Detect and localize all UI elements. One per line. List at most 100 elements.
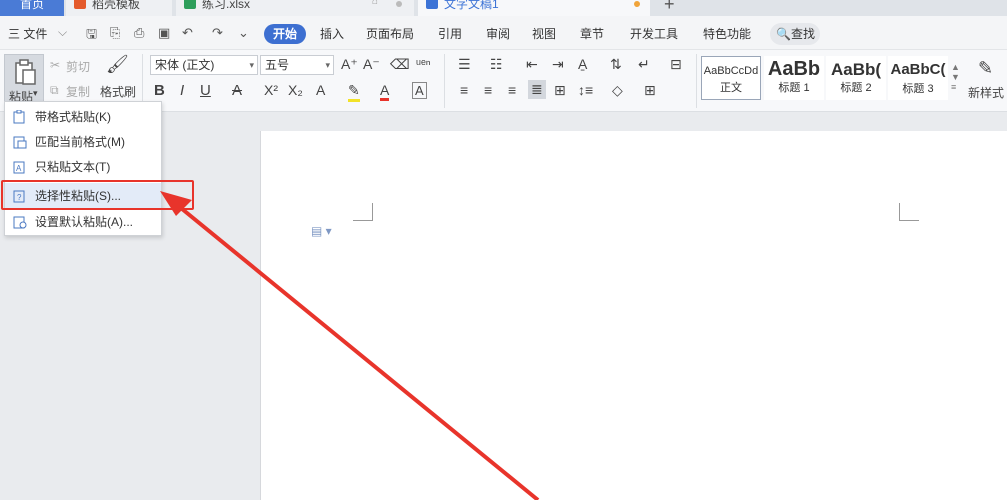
shading-icon[interactable]: ◇ xyxy=(612,82,623,99)
borders-icon[interactable]: ⊞ xyxy=(644,82,656,99)
style-heading-1[interactable]: AaBb 标题 1 xyxy=(764,56,824,100)
sort-icon[interactable]: ⇅ xyxy=(610,56,622,73)
tab-home[interactable]: 首页 xyxy=(0,0,64,16)
numbered-list-icon[interactable]: ☷ xyxy=(490,56,503,73)
copy-button[interactable]: 复制 xyxy=(66,83,90,100)
format-painter-button[interactable]: 格式刷 xyxy=(100,83,136,100)
clear-format-icon[interactable]: ⌫ xyxy=(390,56,410,73)
paste-text-only[interactable]: A 只粘贴文本(T) xyxy=(5,154,161,179)
search-button[interactable]: 🔍查找 xyxy=(770,23,820,45)
redo-icon[interactable]: ↷ xyxy=(212,25,223,41)
crop-mark xyxy=(899,203,919,221)
tab-templates[interactable]: 稻壳模板 xyxy=(66,0,172,16)
superscript-icon[interactable]: X² xyxy=(264,82,278,98)
divider xyxy=(142,54,143,108)
font-size-select[interactable]: 五号 ▾ xyxy=(260,55,334,75)
paste-icon xyxy=(15,59,36,85)
file-menu[interactable]: 三 文件 xyxy=(8,25,47,42)
style-heading-3[interactable]: AaBbC( 标题 3 xyxy=(888,56,948,100)
show-marks-icon[interactable]: ↵ xyxy=(638,56,650,73)
tab-page-layout[interactable]: 页面布局 xyxy=(366,25,414,42)
save-icon[interactable]: 🖫 xyxy=(86,25,97,47)
grow-font-icon[interactable]: A⁺ xyxy=(341,56,358,73)
style-normal[interactable]: AaBbCcDd 正文 xyxy=(701,56,761,100)
tab-features[interactable]: 特色功能 xyxy=(703,25,751,42)
phonetic-icon[interactable]: ᵘᵉⁿ xyxy=(416,56,431,71)
copy-icon[interactable]: ⧉ xyxy=(50,83,59,98)
chinese-layout-icon[interactable]: A̱ xyxy=(578,56,587,72)
chevron-down-icon[interactable]: ⌵ xyxy=(58,25,67,40)
print-preview-icon[interactable]: ▣ xyxy=(158,25,170,41)
cut-icon[interactable]: ✂ xyxy=(50,58,60,72)
export-icon[interactable]: ⎘ xyxy=(110,25,120,41)
strikethrough-icon[interactable]: A xyxy=(232,82,242,99)
italic-icon[interactable]: I xyxy=(180,82,184,99)
paste-default-icon xyxy=(13,215,27,229)
document-icon xyxy=(426,0,438,9)
new-style-icon[interactable]: ✎ xyxy=(978,58,993,79)
bold-icon[interactable]: B xyxy=(154,82,165,99)
paste-match-format[interactable]: 匹配当前格式(M) xyxy=(5,129,161,154)
distributed-icon[interactable]: ⊞ xyxy=(554,82,566,99)
tab-view[interactable]: 视图 xyxy=(532,25,556,42)
char-border-icon[interactable]: A xyxy=(412,82,427,99)
document-page[interactable] xyxy=(260,131,1007,500)
paste-format-icon xyxy=(13,109,27,124)
chevron-down-icon: ▾ xyxy=(325,60,330,70)
bullet-list-icon[interactable]: ☰ xyxy=(458,56,471,73)
tab-insert[interactable]: 插入 xyxy=(320,25,344,42)
tab-review[interactable]: 审阅 xyxy=(486,25,510,42)
font-color-icon[interactable]: A xyxy=(380,82,390,101)
menu-bar: 三 文件 ⌵ 🖫 ⎘ ⎙ ▣ ↶ ↷ ⌄ 开始 插入 页面布局 引用 审阅 视图… xyxy=(0,16,1007,50)
tab-references[interactable]: 引用 xyxy=(438,25,462,42)
justify-icon[interactable]: ≣ xyxy=(528,80,546,99)
search-icon: 🔍 xyxy=(776,27,791,41)
unsaved-dot-icon xyxy=(634,1,640,7)
spreadsheet-icon xyxy=(184,0,196,9)
annotation-highlight-box xyxy=(1,180,194,210)
paste-match-icon xyxy=(13,135,27,149)
table-border-icon[interactable]: ⊟ xyxy=(670,56,682,73)
cut-button[interactable]: 剪切 xyxy=(66,58,90,75)
shrink-font-icon[interactable]: A⁻ xyxy=(363,56,380,73)
tab-xlsx[interactable]: 练习.xlsx ⌂ xyxy=(176,0,414,16)
undo-icon[interactable]: ↶ xyxy=(182,25,193,41)
align-right-icon[interactable]: ≡ xyxy=(508,82,516,98)
dropdown-arrow-icon: ▾ xyxy=(33,88,38,98)
paste-dropdown-menu: 带格式粘贴(K) 匹配当前格式(M) A 只粘贴文本(T) ? 选择性粘贴(S)… xyxy=(4,101,162,236)
decrease-indent-icon[interactable]: ⇤ xyxy=(526,56,538,73)
paste-text-icon: A xyxy=(13,160,27,174)
new-tab-button[interactable]: + xyxy=(664,0,675,15)
svg-text:A: A xyxy=(16,164,22,173)
templates-icon xyxy=(74,0,86,9)
divider xyxy=(444,54,445,108)
pin-icon[interactable]: ⌂ xyxy=(372,0,378,7)
tab-section[interactable]: 章节 xyxy=(580,25,604,42)
paste-set-default[interactable]: 设置默认粘贴(A)... xyxy=(5,209,161,234)
tab-developer[interactable]: 开发工具 xyxy=(630,25,678,42)
highlight-icon[interactable]: ✎ xyxy=(348,82,360,102)
styles-scroll-icon[interactable]: ▲ ▼ ≡ xyxy=(951,62,960,92)
font-name-select[interactable]: 宋体 (正文) ▾ xyxy=(150,55,258,75)
divider xyxy=(696,54,697,108)
paste-options-icon[interactable]: ▤ ▾ xyxy=(311,224,332,238)
align-left-icon[interactable]: ≡ xyxy=(460,82,468,98)
tab-bar: 首页 稻壳模板 练习.xlsx ⌂ 文字文稿1 + xyxy=(0,0,1007,16)
underline-icon[interactable]: U xyxy=(200,82,211,99)
format-painter-icon[interactable]: 🖌 xyxy=(106,54,129,75)
style-heading-2[interactable]: AaBb( 标题 2 xyxy=(826,56,886,100)
subscript-icon[interactable]: X₂ xyxy=(288,82,303,98)
tab-start[interactable]: 开始 xyxy=(264,24,306,44)
text-effect-icon[interactable]: A xyxy=(316,82,325,98)
tab-document[interactable]: 文字文稿1 xyxy=(418,0,650,16)
paste-keep-format[interactable]: 带格式粘贴(K) xyxy=(5,104,161,129)
increase-indent-icon[interactable]: ⇥ xyxy=(552,56,564,73)
new-style-button[interactable]: 新样式 xyxy=(968,84,1004,101)
chevron-down-icon: ▾ xyxy=(249,60,254,70)
more-icon[interactable]: ⌄ xyxy=(238,25,249,41)
crop-mark xyxy=(353,203,373,221)
line-spacing-icon[interactable]: ↕≡ xyxy=(578,82,593,98)
print-icon[interactable]: ⎙ xyxy=(134,25,144,41)
align-center-icon[interactable]: ≡ xyxy=(484,82,492,98)
close-dot-icon[interactable] xyxy=(396,1,402,7)
